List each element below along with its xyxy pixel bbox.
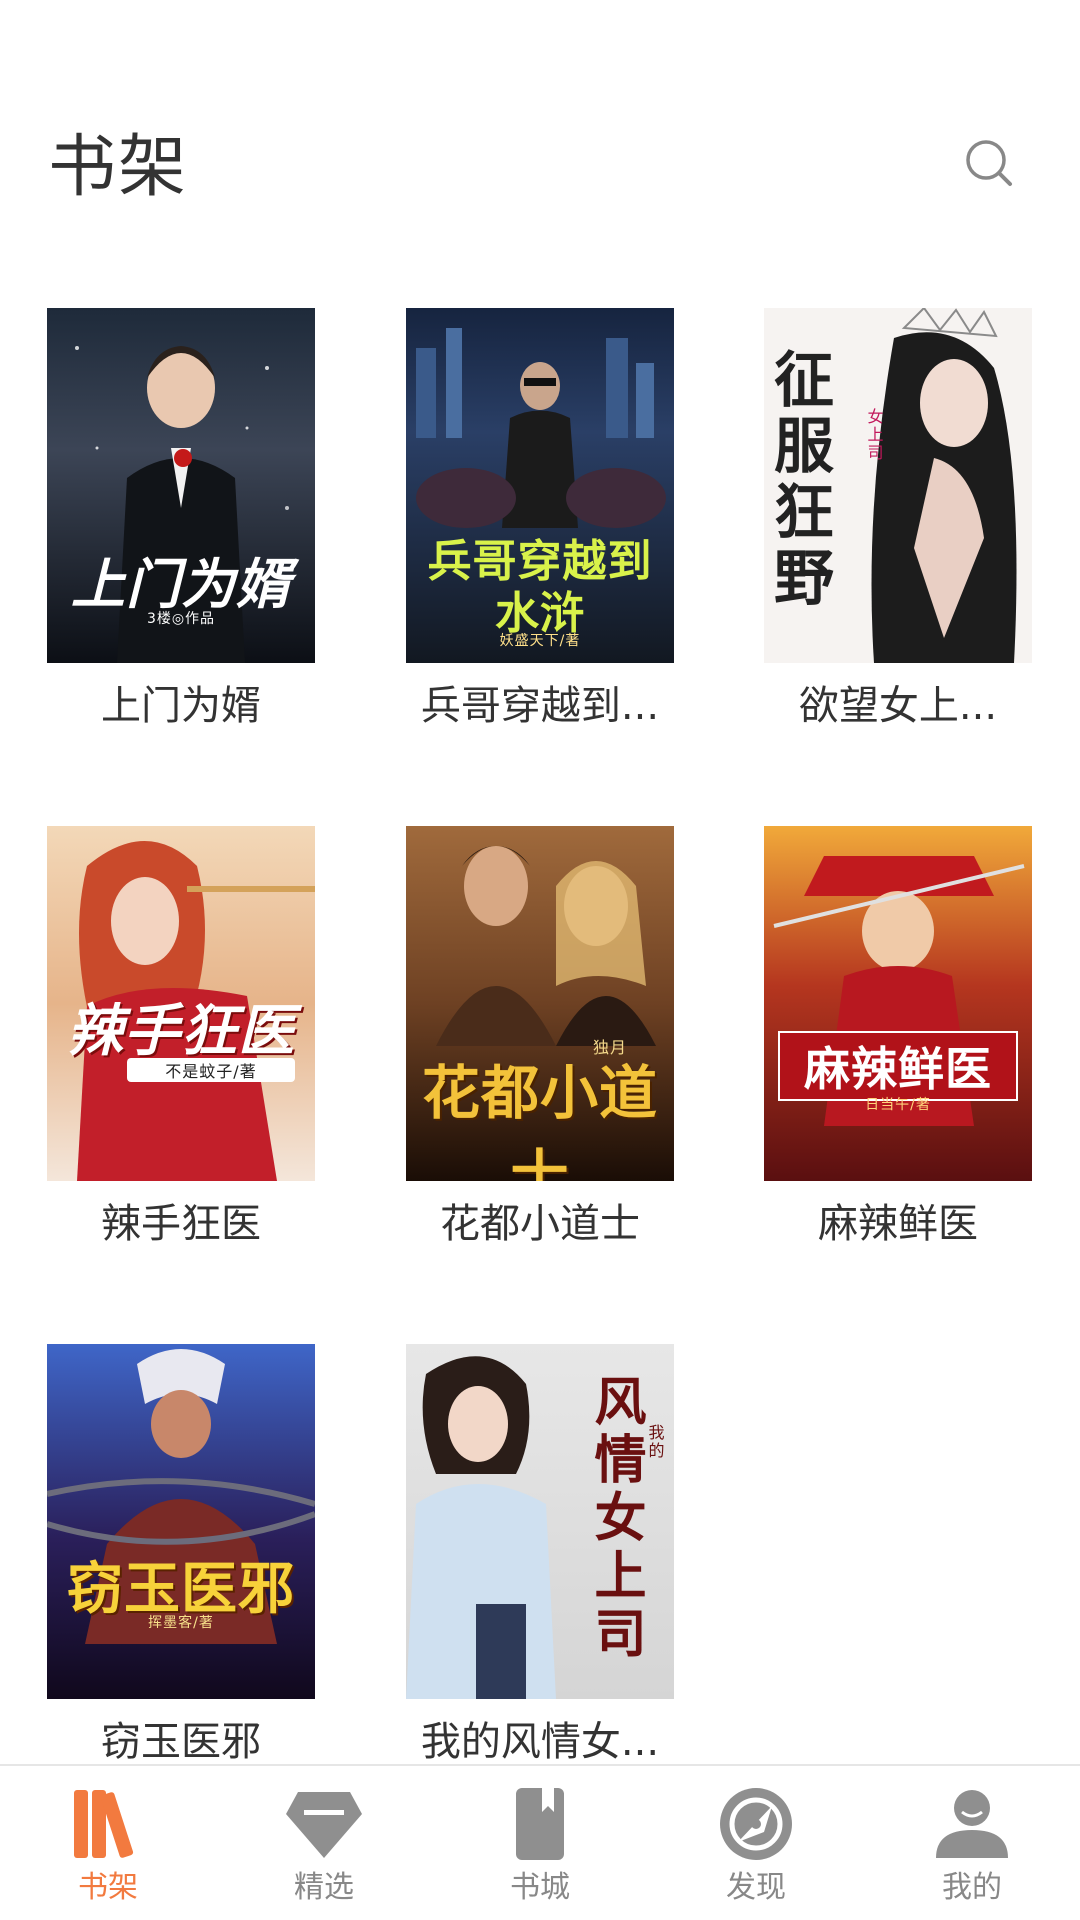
book-item[interactable]: 风情女上司 我的 我的风情女... [406,1344,674,1767]
book-cover[interactable]: 窃玉医邪 挥墨客/著 [47,1344,315,1699]
cover-title: 风情女上司 [594,1372,648,1665]
profile-icon [936,1790,1008,1858]
cover-art [47,1349,315,1644]
cover-author: 独月 [592,1038,627,1057]
cover-author: 3楼◎作品 [146,611,216,627]
tab-label: 精选 [294,1870,354,1905]
tab-profile[interactable]: 我的 [864,1766,1080,1920]
cover-author: 挥墨客/著 [148,1615,214,1631]
book-cover[interactable]: 上门为婿 3楼◎作品 [47,308,315,663]
book-cover[interactable]: 花都小道士 独月 [406,826,674,1181]
book-cover[interactable]: 兵哥穿越到水浒 妖盛天下/著 [406,308,674,663]
book-item[interactable]: 麻辣鲜医 日当午/著 麻辣鲜医 [764,826,1032,1249]
book-title: 花都小道士 [440,1201,640,1247]
book-item[interactable]: 辣手狂医 不是蚊子/著 辣手狂医 [47,826,315,1249]
tab-bookshelf[interactable]: 书架 [0,1766,216,1920]
book-cover[interactable]: 风情女上司 我的 [406,1344,674,1699]
tab-label: 书城 [510,1870,570,1905]
tab-featured[interactable]: 精选 [216,1766,432,1920]
cover-author: 妖盛天下/著 [499,633,581,649]
book-title: 麻辣鲜医 [818,1201,978,1247]
cover-art [773,856,1025,1126]
book-title: 我的风情女... [420,1719,660,1765]
cover-title: 辣手狂医 [67,999,295,1064]
book-title: 欲望女上... [798,683,998,729]
compass-icon [720,1788,792,1860]
book-icon [516,1788,564,1860]
bookshelf-screen: 书架 上门为婿 3楼◎作品 上门为婿 兵哥穿越到水浒 妖盛天下/著 兵哥穿越到.… [0,0,1080,1920]
book-item[interactable]: 征服狂野 女上司 欲望女上... [764,308,1032,731]
bookshelf-icon [74,1790,134,1858]
tab-label: 书架 [78,1870,138,1905]
book-title: 上门为婿 [101,683,261,729]
bottom-tab-bar: 书架 精选 书城 发现 我的 [0,1764,1080,1920]
cover-author: 日当午/著 [865,1097,931,1113]
book-title: 辣手狂医 [101,1201,261,1247]
book-cover[interactable]: 麻辣鲜医 日当午/著 [764,826,1032,1181]
diamond-icon [286,1792,362,1858]
search-icon [966,140,1012,186]
tab-label: 发现 [726,1870,786,1905]
book-item[interactable]: 窃玉医邪 挥墨客/著 窃玉医邪 [47,1344,315,1767]
book-title: 兵哥穿越到... [420,683,660,729]
book-item[interactable]: 上门为婿 3楼◎作品 上门为婿 [47,308,315,731]
cover-author: 女上司 [867,407,885,462]
book-cover[interactable]: 辣手狂医 不是蚊子/著 [47,826,315,1181]
tab-label: 我的 [942,1870,1002,1905]
tab-discover[interactable]: 发现 [648,1766,864,1920]
tab-bookstore[interactable]: 书城 [432,1766,648,1920]
page-title: 书架 [48,128,189,207]
search-button[interactable] [960,134,1020,194]
cover-author: 我的 [648,1423,666,1460]
header: 书架 [0,0,1080,260]
book-cover[interactable]: 征服狂野 女上司 [764,308,1032,663]
book-item[interactable]: 花都小道士 独月 花都小道士 [406,826,674,1249]
cover-title: 征服狂野 [774,346,835,614]
book-item[interactable]: 兵哥穿越到水浒 妖盛天下/著 兵哥穿越到... [406,308,674,731]
cover-author: 不是蚊子/著 [127,1058,295,1082]
book-title: 窃玉医邪 [101,1719,261,1765]
cover-title: 花都小道士 [421,1059,658,1181]
cover-title: 兵哥穿越到水浒 [427,536,653,639]
cover-title: 麻辣鲜医 [778,1031,1018,1101]
